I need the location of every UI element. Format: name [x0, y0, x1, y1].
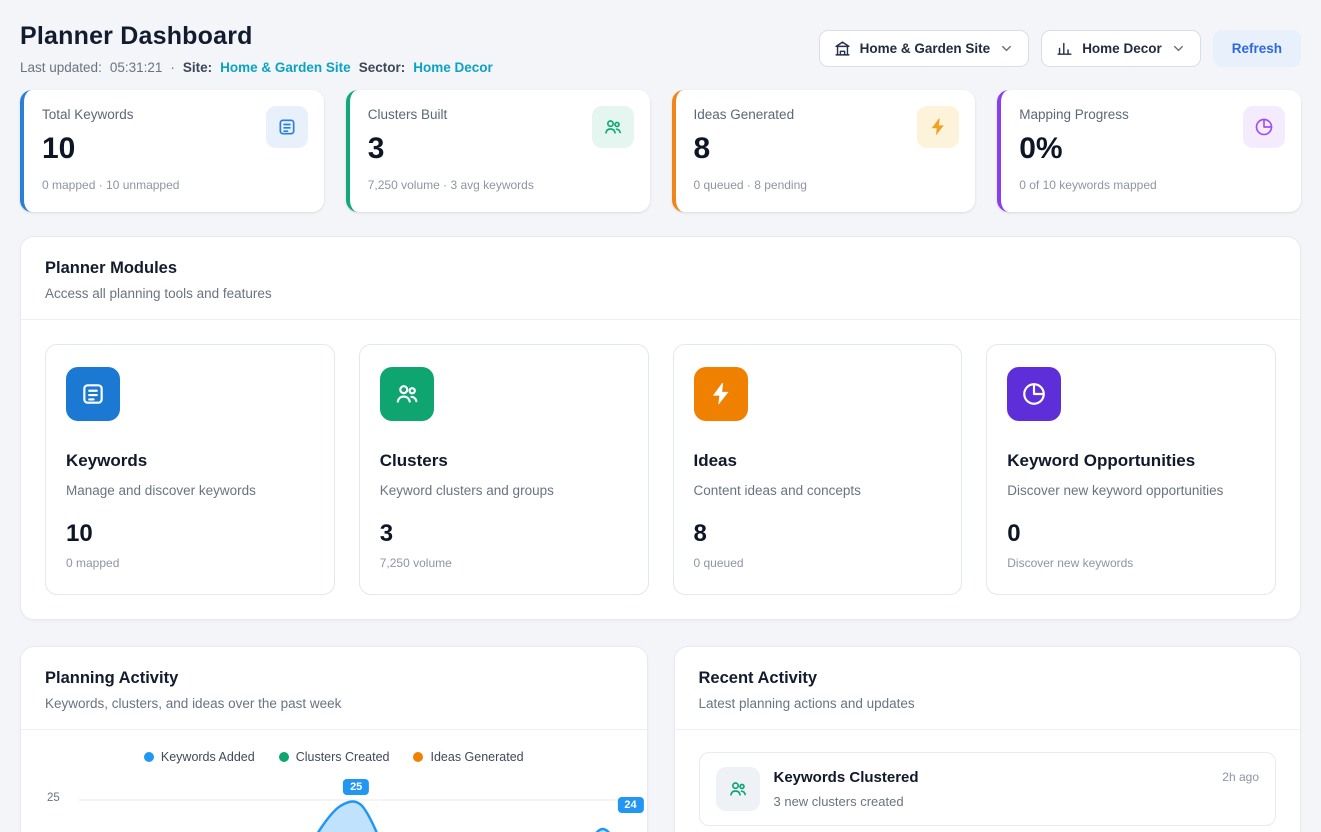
module-title: Clusters	[380, 451, 628, 471]
legend-item-clusters-created: Clusters Created	[279, 750, 390, 764]
activity-item-title: Keywords Clustered	[774, 767, 1209, 786]
site-selector[interactable]: Home & Garden Site	[819, 30, 1030, 67]
modules-header: Planner Modules Access all planning tool…	[21, 237, 1300, 320]
sector-selector[interactable]: Home Decor	[1041, 30, 1201, 67]
module-caption: 7,250 volume	[380, 556, 628, 570]
stats-row: Total Keywords 10 0 mapped · 10 unmapped…	[20, 90, 1301, 212]
stat-caption: 0 mapped · 10 unmapped	[42, 178, 306, 192]
planner-dashboard-page: Planner Dashboard Last updated: 05:31:21…	[0, 0, 1321, 832]
stat-card-clusters-built: Clusters Built 3 7,250 volume · 3 avg ke…	[346, 90, 650, 212]
document-icon	[66, 367, 120, 421]
meta-separator: ·	[170, 60, 175, 75]
module-value: 0	[1007, 520, 1255, 548]
planning-activity-subtitle: Keywords, clusters, and ideas over the p…	[45, 696, 623, 711]
chevron-down-icon	[999, 41, 1014, 56]
activity-item-description: 3 new clusters created	[774, 794, 1209, 809]
recent-activity-title: Recent Activity	[699, 669, 1277, 688]
legend-label: Keywords Added	[161, 750, 255, 764]
pie-icon	[1243, 106, 1285, 148]
module-card-ideas[interactable]: Ideas Content ideas and concepts 8 0 que…	[673, 344, 963, 595]
document-icon	[266, 106, 308, 148]
modules-subtitle: Access all planning tools and features	[45, 286, 1276, 301]
site-link[interactable]: Home & Garden Site	[220, 60, 351, 75]
planning-activity-panel: Planning Activity Keywords, clusters, an…	[20, 646, 648, 832]
stat-caption: 7,250 volume · 3 avg keywords	[368, 178, 632, 192]
users-icon	[592, 106, 634, 148]
module-value: 8	[694, 520, 942, 548]
users-icon	[380, 367, 434, 421]
page-title: Planner Dashboard	[20, 22, 493, 51]
activity-chart: Keywords Added Clusters Created Ideas Ge…	[21, 730, 647, 832]
legend-item-ideas-generated: Ideas Generated	[413, 750, 523, 764]
module-card-clusters[interactable]: Clusters Keyword clusters and groups 3 7…	[359, 344, 649, 595]
module-description: Manage and discover keywords	[66, 483, 314, 498]
recent-activity-subtitle: Latest planning actions and updates	[699, 696, 1277, 711]
modules-title: Planner Modules	[45, 259, 1276, 278]
pie-icon	[1007, 367, 1061, 421]
modules-grid: Keywords Manage and discover keywords 10…	[21, 320, 1300, 619]
module-card-keyword-opportunities[interactable]: Keyword Opportunities Discover new keywo…	[986, 344, 1276, 595]
line-chart: 25 25 24	[45, 784, 623, 832]
header-controls: Home & Garden Site Home Decor Refresh	[819, 30, 1301, 67]
page-header: Planner Dashboard Last updated: 05:31:21…	[20, 18, 1301, 75]
recent-activity-header: Recent Activity Latest planning actions …	[675, 647, 1301, 730]
planning-activity-title: Planning Activity	[45, 669, 623, 688]
legend-label: Clusters Created	[296, 750, 390, 764]
sector-label: Sector:	[359, 60, 406, 75]
sector-link[interactable]: Home Decor	[413, 60, 493, 75]
module-caption: 0 queued	[694, 556, 942, 570]
module-card-keywords[interactable]: Keywords Manage and discover keywords 10…	[45, 344, 335, 595]
module-description: Content ideas and concepts	[694, 483, 942, 498]
data-point-label: 24	[617, 797, 643, 813]
stat-card-total-keywords: Total Keywords 10 0 mapped · 10 unmapped	[20, 90, 324, 212]
site-label: Site:	[183, 60, 212, 75]
module-value: 3	[380, 520, 628, 548]
legend-item-keywords-added: Keywords Added	[144, 750, 255, 764]
legend-label: Ideas Generated	[430, 750, 523, 764]
module-title: Keywords	[66, 451, 314, 471]
users-icon	[716, 767, 760, 811]
planner-modules-panel: Planner Modules Access all planning tool…	[20, 236, 1301, 620]
site-selector-value: Home & Garden Site	[860, 41, 991, 56]
refresh-button[interactable]: Refresh	[1213, 30, 1301, 67]
stat-caption: 0 of 10 keywords mapped	[1019, 178, 1283, 192]
sector-selector-value: Home Decor	[1082, 41, 1162, 56]
legend-dot-icon	[413, 752, 423, 762]
header-left: Planner Dashboard Last updated: 05:31:21…	[20, 18, 493, 75]
module-description: Keyword clusters and groups	[380, 483, 628, 498]
y-axis-tick: 25	[47, 792, 60, 804]
module-title: Keyword Opportunities	[1007, 451, 1255, 471]
stat-card-ideas-generated: Ideas Generated 8 0 queued · 8 pending	[672, 90, 976, 212]
activity-list-item: Keywords Clustered 3 new clusters create…	[699, 752, 1277, 826]
chevron-down-icon	[1171, 41, 1186, 56]
lightning-icon	[917, 106, 959, 148]
recent-activity-list: Keywords Clustered 3 new clusters create…	[675, 730, 1301, 832]
module-caption: 0 mapped	[66, 556, 314, 570]
bar-chart-icon	[1056, 40, 1073, 57]
module-value: 10	[66, 520, 314, 548]
last-updated-label: Last updated:	[20, 60, 102, 75]
last-updated-value: 05:31:21	[110, 60, 163, 75]
bottom-row: Planning Activity Keywords, clusters, an…	[20, 646, 1301, 832]
module-title: Ideas	[694, 451, 942, 471]
stat-caption: 0 queued · 8 pending	[694, 178, 958, 192]
activity-item-timestamp: 2h ago	[1222, 767, 1259, 784]
recent-activity-panel: Recent Activity Latest planning actions …	[674, 646, 1302, 832]
module-description: Discover new keyword opportunities	[1007, 483, 1255, 498]
legend-dot-icon	[279, 752, 289, 762]
lightning-icon	[694, 367, 748, 421]
chart-legend: Keywords Added Clusters Created Ideas Ge…	[45, 750, 623, 764]
stat-card-mapping-progress: Mapping Progress 0% 0 of 10 keywords map…	[997, 90, 1301, 212]
header-meta: Last updated: 05:31:21 · Site: Home & Ga…	[20, 60, 493, 75]
building-icon	[834, 40, 851, 57]
activity-item-content: Keywords Clustered 3 new clusters create…	[774, 767, 1209, 809]
planning-activity-header: Planning Activity Keywords, clusters, an…	[21, 647, 647, 730]
module-caption: Discover new keywords	[1007, 556, 1255, 570]
legend-dot-icon	[144, 752, 154, 762]
data-point-label: 25	[343, 779, 369, 795]
